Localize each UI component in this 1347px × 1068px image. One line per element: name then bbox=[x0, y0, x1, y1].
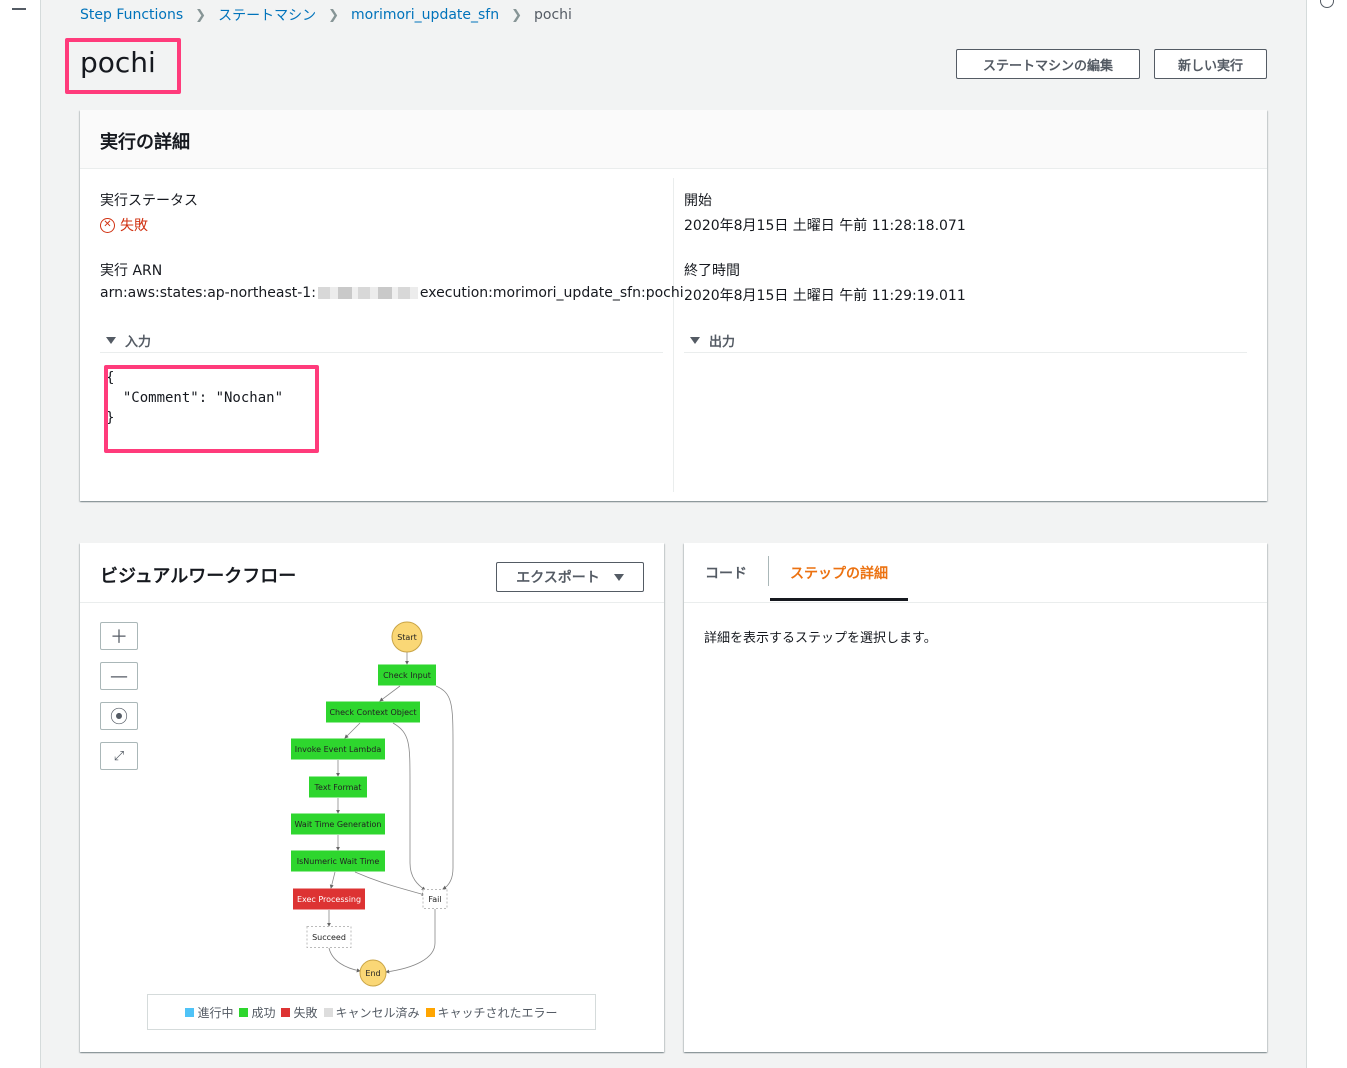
tab-bar: コード ステップの詳細 bbox=[684, 543, 1267, 603]
end-value: 2020年8月15日 土曜日 午前 11:29:19.011 bbox=[684, 288, 966, 304]
chevron-right-icon: ❯ bbox=[511, 7, 523, 23]
navigation-rail bbox=[0, 0, 41, 1068]
panel-title: 実行の詳細 bbox=[100, 132, 190, 153]
workflow-node-check-context-object[interactable]: Check Context Object bbox=[326, 701, 420, 723]
new-execution-button[interactable]: 新しい実行 bbox=[1154, 49, 1267, 79]
legend-label: 進行中 bbox=[197, 1005, 234, 1020]
status-text: 失敗 bbox=[120, 218, 148, 234]
node-label: Check Input bbox=[383, 671, 431, 680]
workflow-node-end[interactable]: End bbox=[359, 959, 387, 987]
legend-item: 成功 bbox=[239, 1004, 275, 1021]
divider bbox=[100, 352, 663, 353]
workflow-node-check-input[interactable]: Check Input bbox=[378, 664, 436, 686]
legend-swatch bbox=[281, 1007, 291, 1017]
node-label: Fail bbox=[428, 895, 441, 904]
highlight-box-title bbox=[65, 38, 181, 94]
tab-step-details[interactable]: ステップの詳細 bbox=[790, 563, 888, 583]
legend-item: 進行中 bbox=[185, 1004, 233, 1021]
node-label: Check Context Object bbox=[329, 708, 416, 717]
node-label: Invoke Event Lambda bbox=[295, 745, 382, 754]
arn-label: 実行 ARN bbox=[100, 263, 163, 279]
breadcrumb-step-functions[interactable]: Step Functions bbox=[80, 7, 183, 23]
tools-rail bbox=[1306, 0, 1347, 1068]
arn-suffix: execution:morimori_update_sfn:pochi bbox=[419, 285, 684, 301]
node-label: Succeed bbox=[312, 933, 346, 942]
edit-state-machine-button[interactable]: ステートマシンの編集 bbox=[956, 49, 1140, 79]
workflow-edge bbox=[344, 722, 361, 739]
chevron-right-icon: ❯ bbox=[328, 7, 339, 23]
legend-label: 失敗 bbox=[293, 1005, 318, 1020]
workflow-node-wait-time-generation[interactable]: Wait Time Generation bbox=[291, 813, 385, 835]
input-label: 入力 bbox=[125, 335, 152, 350]
chevron-right-icon: ❯ bbox=[195, 7, 207, 23]
input-expander[interactable]: 入力 bbox=[106, 331, 151, 350]
legend-swatch bbox=[323, 1007, 333, 1017]
workflow-node-succeed[interactable]: Succeed bbox=[306, 926, 352, 948]
status-value: ✕ 失敗 bbox=[100, 215, 148, 235]
workflow-edge bbox=[379, 685, 401, 702]
workflow-node-start[interactable]: Start bbox=[391, 621, 423, 653]
workflow-edge bbox=[392, 722, 426, 891]
step-hint: 詳細を表示するステップを選択します。 bbox=[704, 631, 937, 646]
end-label: 終了時間 bbox=[684, 263, 740, 279]
tab-separator bbox=[768, 556, 769, 586]
error-circle-icon: ✕ bbox=[100, 217, 115, 233]
caret-down-icon bbox=[690, 337, 700, 344]
workflow-edge bbox=[435, 685, 454, 890]
menu-icon[interactable] bbox=[12, 0, 26, 10]
legend-label: キャンセル済み bbox=[335, 1005, 420, 1020]
workflow-node-isnumeric-wait-time[interactable]: IsNumeric Wait Time bbox=[291, 850, 385, 872]
breadcrumb-state-machines[interactable]: ステートマシン bbox=[218, 5, 316, 25]
node-label: Wait Time Generation bbox=[295, 820, 382, 829]
highlight-box-input bbox=[104, 365, 319, 453]
arn-value: arn:aws:states:ap-northeast-1: execution:… bbox=[100, 285, 684, 301]
step-details-panel: コード ステップの詳細 詳細を表示するステップを選択します。 bbox=[684, 543, 1267, 1052]
arn-prefix: arn:aws:states:ap-northeast-1: bbox=[100, 285, 316, 301]
redacted-account-id bbox=[317, 287, 418, 299]
legend-label: 成功 bbox=[251, 1005, 276, 1020]
output-expander[interactable]: 出力 bbox=[690, 331, 735, 350]
start-label: 開始 bbox=[684, 193, 712, 209]
node-label: IsNumeric Wait Time bbox=[297, 857, 380, 866]
workflow-node-exec-processing[interactable]: Exec Processing bbox=[293, 888, 365, 910]
breadcrumb-current: pochi bbox=[534, 7, 572, 23]
start-value: 2020年8月15日 土曜日 午前 11:28:18.071 bbox=[684, 218, 966, 234]
workflow-edge bbox=[328, 947, 361, 973]
workflow-edge bbox=[329, 871, 336, 889]
breadcrumb: Step Functions ❯ ステートマシン ❯ morimori_upda… bbox=[80, 5, 572, 25]
workflow-node-fail[interactable]: Fail bbox=[422, 889, 448, 909]
tab-code[interactable]: コード bbox=[705, 563, 747, 583]
legend-item: キャンセル済み bbox=[323, 1004, 420, 1021]
breadcrumb-state-machine[interactable]: morimori_update_sfn bbox=[351, 7, 499, 23]
output-label: 出力 bbox=[709, 335, 736, 350]
workflow-edge bbox=[385, 909, 436, 974]
caret-down-icon bbox=[106, 337, 116, 344]
status-label: 実行ステータス bbox=[100, 193, 198, 209]
legend-label: キャッチされたエラー bbox=[437, 1005, 558, 1020]
node-label: Exec Processing bbox=[297, 895, 361, 904]
legend-item: 失敗 bbox=[281, 1004, 318, 1021]
node-label: Start bbox=[397, 633, 417, 642]
legend-swatch bbox=[425, 1007, 435, 1017]
node-label: End bbox=[365, 969, 380, 978]
legend-swatch bbox=[185, 1007, 195, 1017]
legend-item: キャッチされたエラー bbox=[425, 1004, 558, 1021]
legend: 進行中 成功 失敗 キャンセル済み キャッチされたエラー bbox=[147, 994, 596, 1030]
workflow-graph: Start Check Input Check Context Object Invo… bbox=[291, 621, 454, 987]
node-label: Text Format bbox=[314, 783, 362, 792]
panel-header: 実行の詳細 bbox=[80, 110, 1267, 169]
workflow-node-invoke-event-lambda[interactable]: Invoke Event Lambda bbox=[291, 738, 385, 760]
visual-workflow-panel: ビジュアルワークフロー エクスポート ＋ — ⦿ ⤢ Start Check In… bbox=[80, 543, 664, 1052]
legend-swatch bbox=[239, 1007, 249, 1017]
column-divider bbox=[673, 178, 674, 492]
workflow-edge bbox=[354, 871, 426, 897]
workflow-node-text-format[interactable]: Text Format bbox=[309, 776, 367, 798]
active-tab-indicator bbox=[770, 598, 908, 601]
divider bbox=[684, 352, 1247, 353]
